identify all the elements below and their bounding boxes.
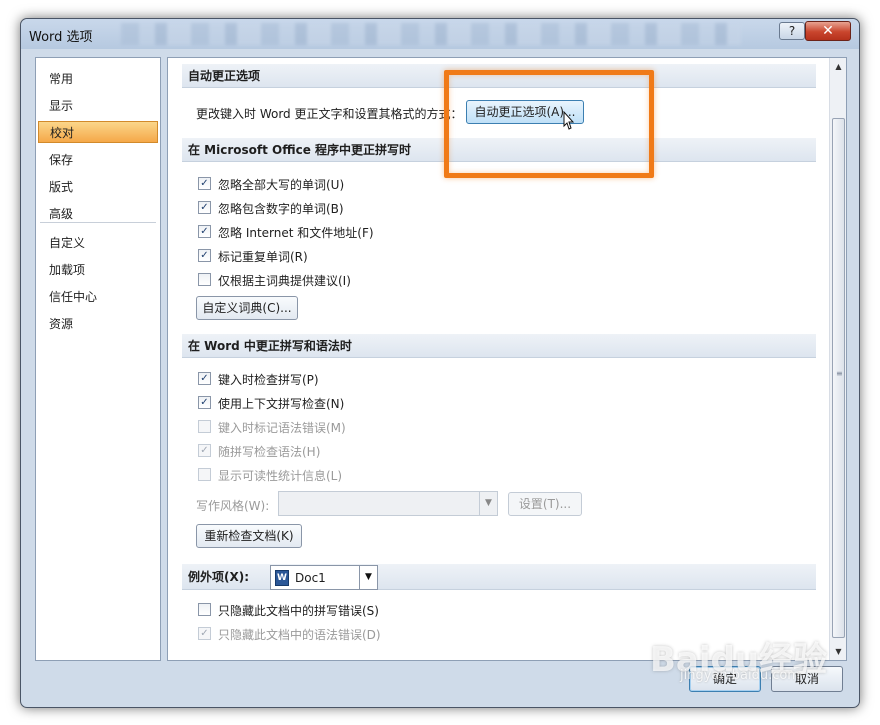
custom-dictionaries-button[interactable]: 自定义词典(C)...	[196, 296, 298, 320]
vertical-scrollbar[interactable]: ▲ ≡ ▼	[829, 58, 846, 660]
exceptions-label: 例外项(X):	[188, 570, 250, 584]
option-label: 忽略包含数字的单词(B)	[218, 202, 344, 216]
option-label: 键入时标记语法错误(M)	[218, 421, 346, 435]
exceptions-document-select[interactable]: W Doc1 ▼	[270, 565, 378, 590]
checkbox: ✓	[198, 627, 211, 640]
option-label: 忽略 Internet 和文件地址(F)	[218, 226, 374, 240]
checkbox[interactable]: ✓	[198, 249, 211, 262]
checkbox[interactable]: ✓	[198, 372, 211, 385]
title-bar[interactable]: Word 选项 ? ✕	[21, 19, 859, 49]
autocorrect-description: 更改键入时 Word 更正文字和设置其格式的方式：	[196, 107, 463, 121]
help-button[interactable]: ?	[779, 22, 805, 40]
nav-item-save[interactable]: 保存	[38, 149, 158, 171]
option-label: 只隐藏此文档中的拼写错误(S)	[218, 604, 379, 618]
nav-item-trust-center[interactable]: 信任中心	[38, 286, 158, 308]
close-button[interactable]: ✕	[805, 21, 851, 41]
baidu-watermark: Baidu经验	[650, 640, 828, 680]
nav-item-proofing[interactable]: 校对	[38, 121, 158, 143]
checkbox	[198, 420, 211, 433]
checkbox[interactable]: ✓	[198, 177, 211, 190]
word-document-icon: W	[275, 570, 289, 586]
recheck-document-button[interactable]: 重新检查文档(K)	[196, 524, 302, 548]
scroll-thumb[interactable]: ≡	[832, 118, 845, 638]
grip-icon: ≡	[836, 369, 843, 378]
nav-item-resources[interactable]: 资源	[38, 313, 158, 335]
window-title: Word 选项	[29, 30, 93, 45]
nav-item-addins[interactable]: 加载项	[38, 259, 158, 281]
checkbox[interactable]	[198, 603, 211, 616]
baidu-watermark-url: jingyan.baidu.com	[680, 668, 800, 683]
chevron-down-icon: ▼	[479, 492, 497, 515]
word-options-dialog: Word 选项 ? ✕ 常用 显示 校对 保存 版式 高级 自定义 加载项 信任…	[20, 18, 860, 708]
chevron-down-icon[interactable]: ▼	[359, 566, 377, 589]
checkbox: ✓	[198, 444, 211, 457]
exceptions-document-value: Doc1	[295, 571, 326, 585]
nav-separator	[40, 222, 156, 223]
checkbox	[198, 468, 211, 481]
nav-item-layout[interactable]: 版式	[38, 176, 158, 198]
scroll-up-arrow-icon[interactable]: ▲	[832, 60, 845, 73]
option-label: 随拼写检查语法(H)	[218, 445, 321, 459]
checkbox[interactable]	[198, 273, 211, 286]
checkbox[interactable]: ✓	[198, 225, 211, 238]
nav-item-customize[interactable]: 自定义	[38, 232, 158, 254]
option-label: 仅根据主词典提供建议(I)	[218, 274, 351, 288]
writing-style-label: 写作风格(W):	[196, 499, 270, 513]
mouse-pointer-icon	[563, 111, 575, 130]
writing-style-select: ▼	[278, 491, 498, 516]
checkbox[interactable]: ✓	[198, 396, 211, 409]
option-label: 显示可读性统计信息(L)	[218, 469, 343, 483]
background-ribbon-blur	[121, 23, 741, 45]
checkbox[interactable]: ✓	[198, 201, 211, 214]
option-label: 忽略全部大写的单词(U)	[218, 178, 345, 192]
option-label: 只隐藏此文档中的语法错误(D)	[218, 628, 381, 642]
option-label: 标记重复单词(R)	[218, 250, 308, 264]
option-label: 键入时检查拼写(P)	[218, 373, 319, 387]
category-nav: 常用 显示 校对 保存 版式 高级 自定义 加载项 信任中心 资源	[35, 57, 161, 661]
grammar-settings-button: 设置(T)...	[508, 492, 582, 516]
section-header-word-grammar: 在 Word 中更正拼写和语法时	[182, 334, 816, 358]
option-label: 使用上下文拼写检查(N)	[218, 397, 345, 411]
nav-item-display[interactable]: 显示	[38, 95, 158, 117]
nav-item-common[interactable]: 常用	[38, 68, 158, 90]
annotation-highlight-box	[444, 70, 654, 178]
